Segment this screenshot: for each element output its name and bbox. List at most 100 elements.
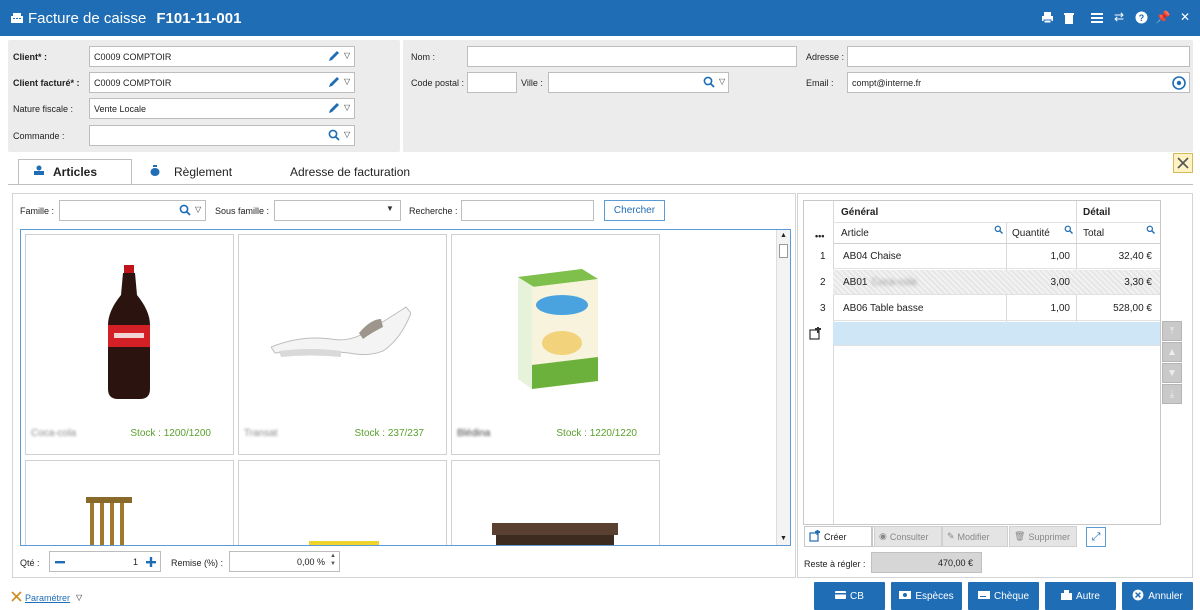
- product-card[interactable]: Transat Stock : 237/237: [238, 234, 447, 455]
- tab-reglement[interactable]: Règlement: [132, 159, 264, 184]
- tab-adresse-facturation[interactable]: Adresse de facturation: [264, 159, 424, 184]
- email-field[interactable]: compt@interne.fr: [847, 72, 1190, 93]
- address-field[interactable]: [847, 46, 1190, 67]
- qty-label: Qté :: [20, 558, 40, 568]
- product-card[interactable]: [451, 460, 660, 545]
- product-card[interactable]: Blédina Stock : 1220/1220: [451, 234, 660, 455]
- scroll-thumb[interactable]: [779, 244, 788, 258]
- consult-button[interactable]: ◉ Consulter: [874, 526, 942, 547]
- row-quantity: 3,00: [1050, 277, 1070, 288]
- pin-icon[interactable]: 📌: [1156, 10, 1171, 24]
- tab-articles[interactable]: Articles: [18, 159, 132, 184]
- edit-pencil-icon[interactable]: [328, 102, 340, 114]
- header-divider: [833, 222, 1160, 223]
- chevron-down-icon[interactable]: ▽: [344, 77, 350, 86]
- name-field[interactable]: [467, 46, 797, 67]
- col-total-header[interactable]: Total: [1083, 228, 1104, 239]
- chevron-down-icon[interactable]: ▽: [344, 51, 350, 60]
- print-icon[interactable]: [1040, 10, 1054, 24]
- grid-scrollbar[interactable]: ▲ ▼: [776, 230, 790, 545]
- product-stock: Stock : 1220/1220: [556, 428, 637, 439]
- move-up-icon[interactable]: ▲: [1162, 342, 1182, 362]
- trash-icon: 🗑: [1014, 531, 1026, 541]
- delete-button[interactable]: 🗑 Supprimer: [1009, 526, 1077, 547]
- close-icon[interactable]: ✕: [1178, 10, 1192, 24]
- discount-label: Remise (%) :: [171, 558, 224, 568]
- search-icon[interactable]: [994, 225, 1003, 236]
- col-quantity-header[interactable]: Quantité: [1012, 228, 1050, 239]
- cash-icon: [899, 590, 912, 602]
- product-card[interactable]: [25, 460, 234, 545]
- edit-pencil-icon[interactable]: [328, 50, 340, 62]
- order-label: Commande :: [13, 131, 65, 141]
- scroll-up-icon[interactable]: ▲: [778, 232, 789, 240]
- chevron-down-icon[interactable]: ▽: [195, 205, 201, 214]
- add-row-icon[interactable]: [809, 327, 822, 342]
- modify-button[interactable]: ✎ Modifier: [942, 526, 1008, 547]
- pay-cheque-button[interactable]: Chèque: [968, 582, 1039, 610]
- menu-icon[interactable]: [1090, 10, 1104, 24]
- group-general-header: Général: [841, 207, 879, 218]
- postal-field[interactable]: [467, 72, 517, 93]
- pay-other-button[interactable]: Autre: [1045, 582, 1116, 610]
- refresh-icon[interactable]: ⇄: [1112, 10, 1126, 24]
- tools-icon[interactable]: [1173, 153, 1193, 173]
- cancel-button[interactable]: Annuler: [1122, 582, 1193, 610]
- discount-spinner[interactable]: ▲ ▼: [330, 552, 336, 568]
- scroll-down-icon[interactable]: ▼: [778, 535, 789, 543]
- city-field[interactable]: [548, 72, 729, 93]
- move-top-icon[interactable]: ⤒: [1162, 321, 1182, 341]
- client-field[interactable]: C0009 COMPTOIR: [89, 46, 355, 67]
- card-icon: [835, 590, 847, 602]
- fiscal-field[interactable]: Vente Locale: [89, 98, 355, 119]
- plus-icon[interactable]: [145, 556, 157, 570]
- search-input[interactable]: [461, 200, 594, 221]
- group-detail-header: Détail: [1083, 207, 1111, 218]
- minus-icon[interactable]: [54, 556, 66, 570]
- search-icon[interactable]: [1064, 225, 1073, 236]
- search-icon[interactable]: [1146, 225, 1155, 236]
- subfamily-select[interactable]: [274, 200, 401, 221]
- new-row[interactable]: [833, 322, 1160, 346]
- search-icon[interactable]: [328, 129, 340, 141]
- settings-link[interactable]: Paramétrer ▽: [11, 591, 82, 604]
- cancel-icon: [1132, 589, 1144, 604]
- row-quantity: 1,00: [1050, 251, 1070, 262]
- remaining-amount: 470,00 €: [871, 552, 982, 573]
- expand-icon[interactable]: ⤢: [1086, 527, 1106, 547]
- chevron-down-icon[interactable]: ▽: [344, 103, 350, 112]
- email-send-icon[interactable]: [1172, 76, 1186, 90]
- move-down-icon[interactable]: ▼: [1162, 363, 1182, 383]
- product-card[interactable]: [238, 460, 447, 545]
- cheque-icon: [977, 590, 990, 602]
- product-grid: Coca-cola Stock : 1200/1200 Transat Stoc…: [20, 229, 791, 546]
- cola-bottle-image: [108, 265, 150, 399]
- discount-field[interactable]: 0,00 %: [229, 551, 340, 572]
- edit-pencil-icon[interactable]: [328, 76, 340, 88]
- product-card[interactable]: Coca-cola Stock : 1200/1200: [25, 234, 234, 455]
- chair-image: [86, 497, 132, 545]
- create-button[interactable]: Créer: [804, 526, 872, 547]
- search-icon[interactable]: [703, 76, 715, 88]
- help-icon[interactable]: ?: [1134, 10, 1148, 24]
- chevron-down-icon[interactable]: ▼: [386, 204, 394, 213]
- order-field[interactable]: [89, 125, 355, 146]
- name-label: Nom :: [411, 52, 436, 62]
- chevron-down-icon[interactable]: ▽: [344, 130, 350, 139]
- money-bag-icon: [150, 164, 160, 179]
- edit-pencil-icon: ✎: [947, 531, 955, 541]
- billed-client-field[interactable]: C0009 COMPTOIR: [89, 72, 355, 93]
- trash-icon[interactable]: [1062, 10, 1076, 24]
- subfamily-label: Sous famille :: [215, 206, 270, 216]
- pay-cb-button[interactable]: CB: [814, 582, 885, 610]
- col-article-header[interactable]: Article: [841, 228, 869, 239]
- product-name: Transat: [244, 428, 278, 439]
- email-label: Email :: [806, 78, 834, 88]
- search-icon[interactable]: [179, 204, 191, 216]
- chevron-down-icon[interactable]: ▽: [719, 77, 725, 86]
- move-bottom-icon[interactable]: ⤓: [1162, 384, 1182, 404]
- pay-cash-button[interactable]: Espèces: [891, 582, 962, 610]
- row-number: 1: [820, 251, 826, 262]
- search-button[interactable]: Chercher: [604, 200, 665, 221]
- more-menu-icon[interactable]: •••: [815, 231, 824, 241]
